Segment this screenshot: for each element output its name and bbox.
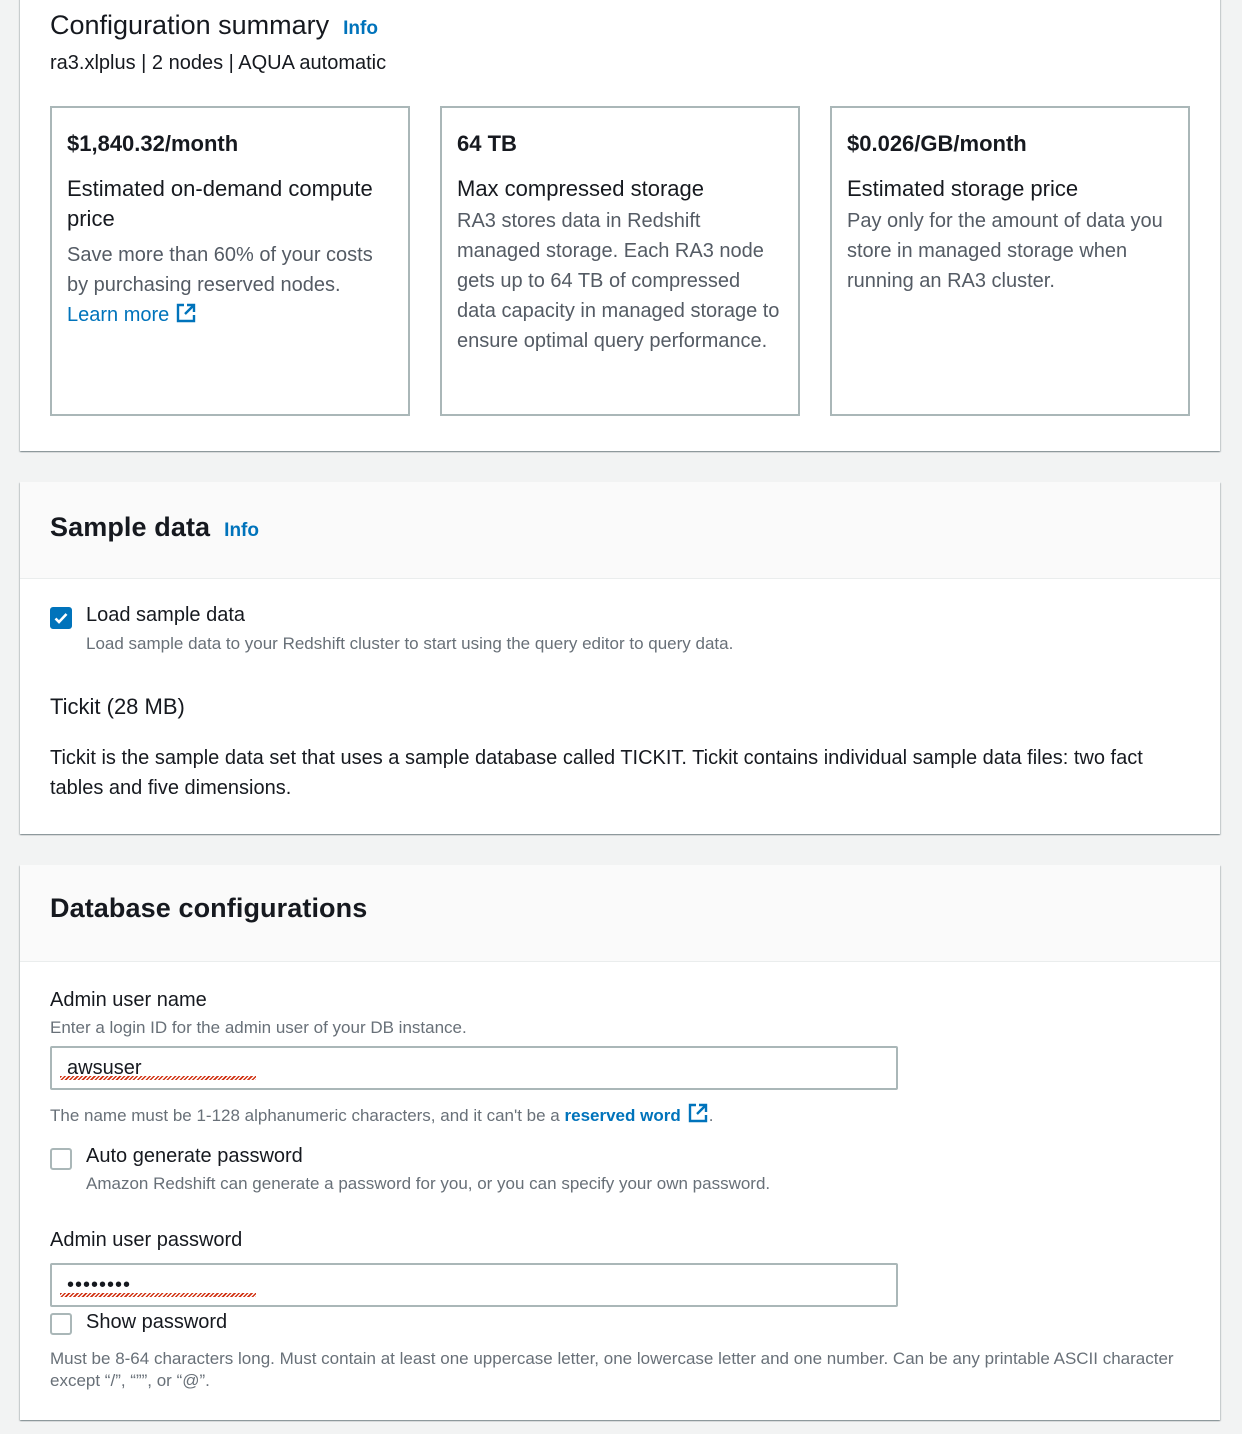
config-summary-info-link[interactable]: Info [343, 18, 378, 39]
storage-price-value: $0.026/GB/month [847, 131, 1027, 156]
auto-generate-password-description: Amazon Redshift can generate a password … [86, 1174, 771, 1193]
sample-data-title: Sample data [50, 512, 211, 542]
storage-price-label: Estimated storage price [847, 176, 1079, 201]
database-config-header: Database configurations [20, 865, 1220, 962]
max-storage-card: 64 TB Max compressed storage RA3 stores … [440, 106, 800, 416]
spellcheck-underline [60, 1293, 256, 1297]
storage-price-description: Pay only for the amount of data you stor… [847, 210, 1163, 292]
load-sample-data-label[interactable]: Load sample data [86, 604, 245, 627]
auto-generate-password-checkbox[interactable] [50, 1148, 72, 1170]
compute-price-label: Estimated on-demand compute price [67, 176, 373, 231]
storage-price-card: $0.026/GB/month Estimated storage price … [830, 106, 1190, 416]
external-link-icon [688, 1103, 707, 1123]
admin-user-name-input[interactable]: awsuser [50, 1046, 898, 1090]
show-password-checkbox[interactable] [50, 1313, 72, 1335]
dataset-description: Tickit is the sample data set that uses … [50, 747, 1143, 799]
database-configurations-panel: Database configurations Admin user name … [20, 865, 1220, 1420]
max-storage-description: RA3 stores data in Redshift managed stor… [457, 210, 780, 352]
load-sample-data-checkbox[interactable] [50, 607, 72, 629]
checkmark-icon [54, 613, 68, 624]
compute-price-card: $1,840.32/month Estimated on-demand comp… [50, 106, 410, 416]
spellcheck-underline [60, 1076, 256, 1080]
show-password-label[interactable]: Show password [86, 1311, 227, 1334]
learn-more-link[interactable]: Learn more [67, 303, 197, 326]
admin-user-password-input[interactable]: •••••••• [50, 1263, 898, 1307]
database-config-title: Database configurations [50, 893, 368, 923]
auto-generate-password-label[interactable]: Auto generate password [86, 1145, 303, 1168]
compute-price-description: Save more than 60% of your costs by purc… [67, 244, 373, 326]
sample-data-info-link[interactable]: Info [224, 520, 259, 541]
max-storage-value: 64 TB [457, 131, 517, 156]
admin-user-name-description: Enter a login ID for the admin user of y… [50, 1018, 467, 1037]
config-summary-header: Configuration summary Info [50, 10, 378, 41]
admin-user-name-constraint: The name must be 1-128 alphanumeric char… [50, 1102, 713, 1126]
max-storage-label: Max compressed storage [457, 176, 704, 201]
compute-price-value: $1,840.32/month [67, 131, 239, 156]
config-summary-title: Configuration summary [50, 10, 330, 40]
external-link-icon [177, 303, 196, 323]
load-sample-data-description: Load sample data to your Redshift cluste… [86, 634, 734, 653]
configuration-summary-panel: Configuration summary Info ra3.xlplus | 2… [20, 0, 1220, 451]
reserved-word-link[interactable]: reserved word [565, 1103, 709, 1125]
admin-user-name-label: Admin user name [50, 989, 207, 1011]
sample-data-header: Sample data Info [20, 482, 1220, 579]
sample-data-panel: Sample data Info Load sample data Load sa… [20, 482, 1220, 834]
config-summary-subtitle: ra3.xlplus | 2 nodes | AQUA automatic [50, 52, 387, 74]
admin-user-password-label: Admin user password [50, 1229, 243, 1251]
admin-user-password-constraint: Must be 8-64 characters long. Must conta… [50, 1349, 1174, 1390]
dataset-title: Tickit (28 MB) [50, 694, 185, 719]
